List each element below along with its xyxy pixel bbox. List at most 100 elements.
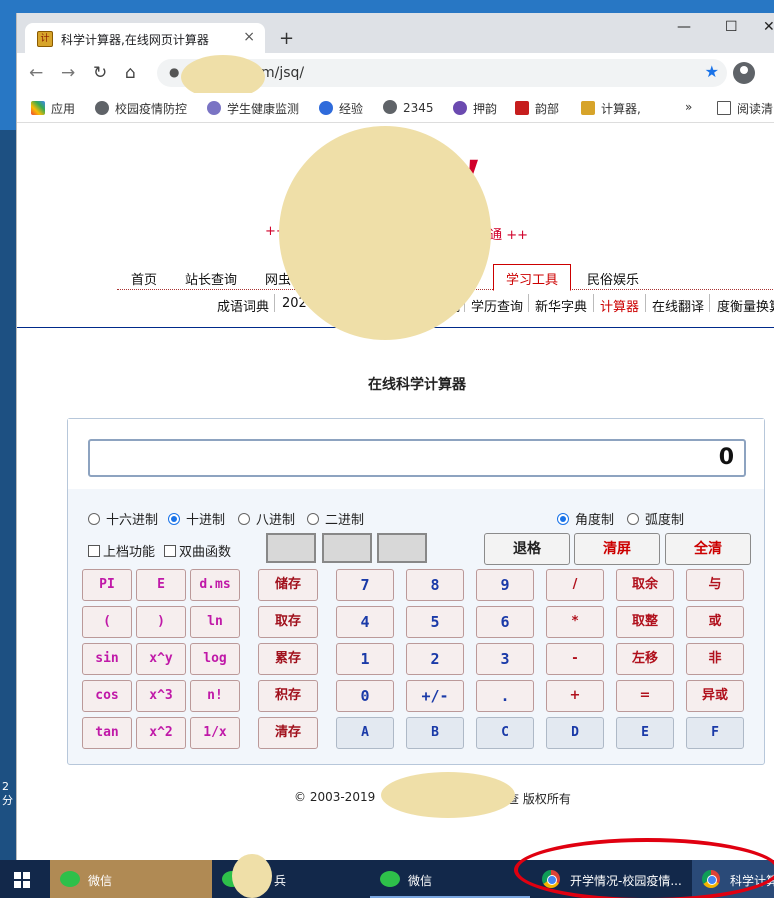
- function-key[interactable]: 1/x: [190, 717, 240, 749]
- url-text[interactable]: m/jsq/: [261, 65, 304, 81]
- subnav-units[interactable]: 度衡量换算: [717, 296, 774, 315]
- digit-key[interactable]: 9: [476, 569, 534, 601]
- nav-folk[interactable]: 民俗娱乐: [587, 269, 639, 288]
- checkbox[interactable]: [164, 545, 176, 557]
- digit-key[interactable]: .: [476, 680, 534, 712]
- function-key[interactable]: x^2: [136, 717, 186, 749]
- function-key[interactable]: ln: [190, 606, 240, 638]
- bookmark-rhyme[interactable]: 押韵: [453, 100, 497, 117]
- clear-all-button[interactable]: 全清: [665, 533, 751, 565]
- radio-decimal[interactable]: 十进制: [168, 509, 225, 528]
- calculator-display[interactable]: 0: [88, 439, 746, 477]
- forward-button[interactable]: →: [61, 63, 75, 83]
- nav-home[interactable]: 首页: [131, 269, 157, 288]
- hex-digit-key[interactable]: E: [616, 717, 674, 749]
- tab-close-icon[interactable]: ×: [243, 29, 255, 45]
- memory-key[interactable]: 积存: [258, 680, 318, 712]
- bookmark-calculator[interactable]: 计算器,: [581, 100, 641, 117]
- digit-key[interactable]: 1: [336, 643, 394, 675]
- digit-key[interactable]: 2: [406, 643, 464, 675]
- function-key[interactable]: PI: [82, 569, 132, 601]
- operator-key[interactable]: 与: [686, 569, 744, 601]
- bookmark-star-icon[interactable]: ★: [705, 62, 719, 81]
- subnav-idioms[interactable]: 成语词典: [217, 296, 269, 315]
- digit-key[interactable]: 6: [476, 606, 534, 638]
- lock-icon[interactable]: ●: [169, 65, 179, 79]
- bookmark-experience[interactable]: 经验: [319, 100, 363, 117]
- radio-button[interactable]: [88, 513, 100, 525]
- bookmark-poem[interactable]: 韵部: [515, 100, 559, 117]
- subnav-translate[interactable]: 在线翻译: [652, 296, 704, 315]
- radio-hex[interactable]: 十六进制: [88, 509, 158, 528]
- radio-button[interactable]: [627, 513, 639, 525]
- windows-start-icon[interactable]: [14, 872, 30, 888]
- hex-digit-key[interactable]: C: [476, 717, 534, 749]
- account-icon[interactable]: [733, 62, 755, 84]
- function-key[interactable]: n!: [190, 680, 240, 712]
- checkbox-hyperbolic[interactable]: 双曲函数: [164, 541, 231, 560]
- function-key[interactable]: ): [136, 606, 186, 638]
- home-button[interactable]: ⌂: [125, 63, 136, 83]
- operator-key[interactable]: -: [546, 643, 604, 675]
- radio-degrees[interactable]: 角度制: [557, 509, 614, 528]
- radio-binary[interactable]: 二进制: [307, 509, 364, 528]
- operator-key[interactable]: +: [546, 680, 604, 712]
- subnav-calculator[interactable]: 计算器: [600, 296, 639, 315]
- bookmarks-overflow[interactable]: »: [685, 100, 692, 114]
- back-button[interactable]: ←: [29, 63, 43, 83]
- bookmark-campus-epidemic[interactable]: 校园疫情防控: [95, 100, 187, 117]
- digit-key[interactable]: 5: [406, 606, 464, 638]
- function-key[interactable]: x^y: [136, 643, 186, 675]
- function-key[interactable]: sin: [82, 643, 132, 675]
- nav-study-tools[interactable]: 学习工具: [493, 264, 572, 291]
- new-tab-button[interactable]: +: [279, 28, 294, 49]
- checkbox-shift[interactable]: 上档功能: [88, 541, 155, 560]
- operator-key[interactable]: /: [546, 569, 604, 601]
- digit-key[interactable]: 4: [336, 606, 394, 638]
- operator-key[interactable]: 异或: [686, 680, 744, 712]
- active-tab[interactable]: 计 科学计算器,在线网页计算器 ×: [25, 23, 265, 53]
- radio-button[interactable]: [307, 513, 319, 525]
- operator-key[interactable]: =: [616, 680, 674, 712]
- operator-key[interactable]: 左移: [616, 643, 674, 675]
- digit-key[interactable]: +/-: [406, 680, 464, 712]
- hex-digit-key[interactable]: D: [546, 717, 604, 749]
- backspace-button[interactable]: 退格: [484, 533, 570, 565]
- function-key[interactable]: (: [82, 606, 132, 638]
- radio-button[interactable]: [238, 513, 250, 525]
- operator-key[interactable]: 取余: [616, 569, 674, 601]
- operator-key[interactable]: 或: [686, 606, 744, 638]
- radio-radians[interactable]: 弧度制: [627, 509, 684, 528]
- function-key[interactable]: E: [136, 569, 186, 601]
- function-key[interactable]: log: [190, 643, 240, 675]
- memory-key[interactable]: 储存: [258, 569, 318, 601]
- memory-key[interactable]: 取存: [258, 606, 318, 638]
- checkbox[interactable]: [88, 545, 100, 557]
- digit-key[interactable]: 8: [406, 569, 464, 601]
- nav-webmaster[interactable]: 站长查询: [185, 269, 237, 288]
- bookmark-student-health[interactable]: 学生健康监测: [207, 100, 299, 117]
- minimize-button[interactable]: —: [677, 19, 691, 35]
- digit-key[interactable]: 7: [336, 569, 394, 601]
- reading-list[interactable]: 阅读清: [717, 100, 773, 117]
- hex-digit-key[interactable]: B: [406, 717, 464, 749]
- function-key[interactable]: cos: [82, 680, 132, 712]
- digit-key[interactable]: 3: [476, 643, 534, 675]
- maximize-button[interactable]: ☐: [725, 19, 738, 35]
- operator-key[interactable]: 取整: [616, 606, 674, 638]
- function-key[interactable]: x^3: [136, 680, 186, 712]
- close-window-button[interactable]: ✕: [763, 19, 774, 35]
- subnav-xinhua[interactable]: 新华字典: [535, 296, 587, 315]
- function-key[interactable]: tan: [82, 717, 132, 749]
- reload-button[interactable]: ↻: [93, 63, 107, 83]
- hex-digit-key[interactable]: F: [686, 717, 744, 749]
- subnav-degree[interactable]: 学历查询: [471, 296, 523, 315]
- radio-button[interactable]: [557, 513, 569, 525]
- memory-key[interactable]: 清存: [258, 717, 318, 749]
- operator-key[interactable]: *: [546, 606, 604, 638]
- operator-key[interactable]: 非: [686, 643, 744, 675]
- memory-key[interactable]: 累存: [258, 643, 318, 675]
- radio-button[interactable]: [168, 513, 180, 525]
- taskbar-item-wechat-3[interactable]: 微信: [370, 860, 530, 898]
- bookmark-apps[interactable]: 应用: [31, 100, 75, 117]
